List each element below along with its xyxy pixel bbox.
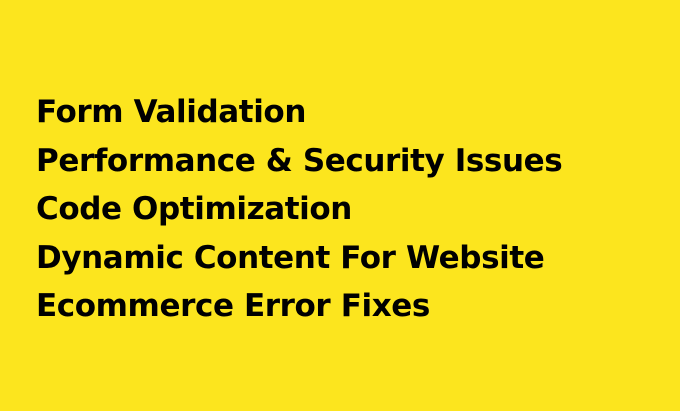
service-line-code-optimization: Code Optimization <box>36 191 352 227</box>
service-line-form-validation: Form Validation <box>36 94 306 130</box>
banner-canvas: Form Validation Performance & Security I… <box>0 0 680 411</box>
service-line-dynamic-content: Dynamic Content For Website <box>36 239 545 276</box>
services-list: Form Validation Performance & Security I… <box>36 88 563 331</box>
service-line-performance-security: Performance & Security Issues <box>36 142 563 179</box>
service-line-ecommerce-fixes: Ecommerce Error Fixes <box>36 288 430 324</box>
